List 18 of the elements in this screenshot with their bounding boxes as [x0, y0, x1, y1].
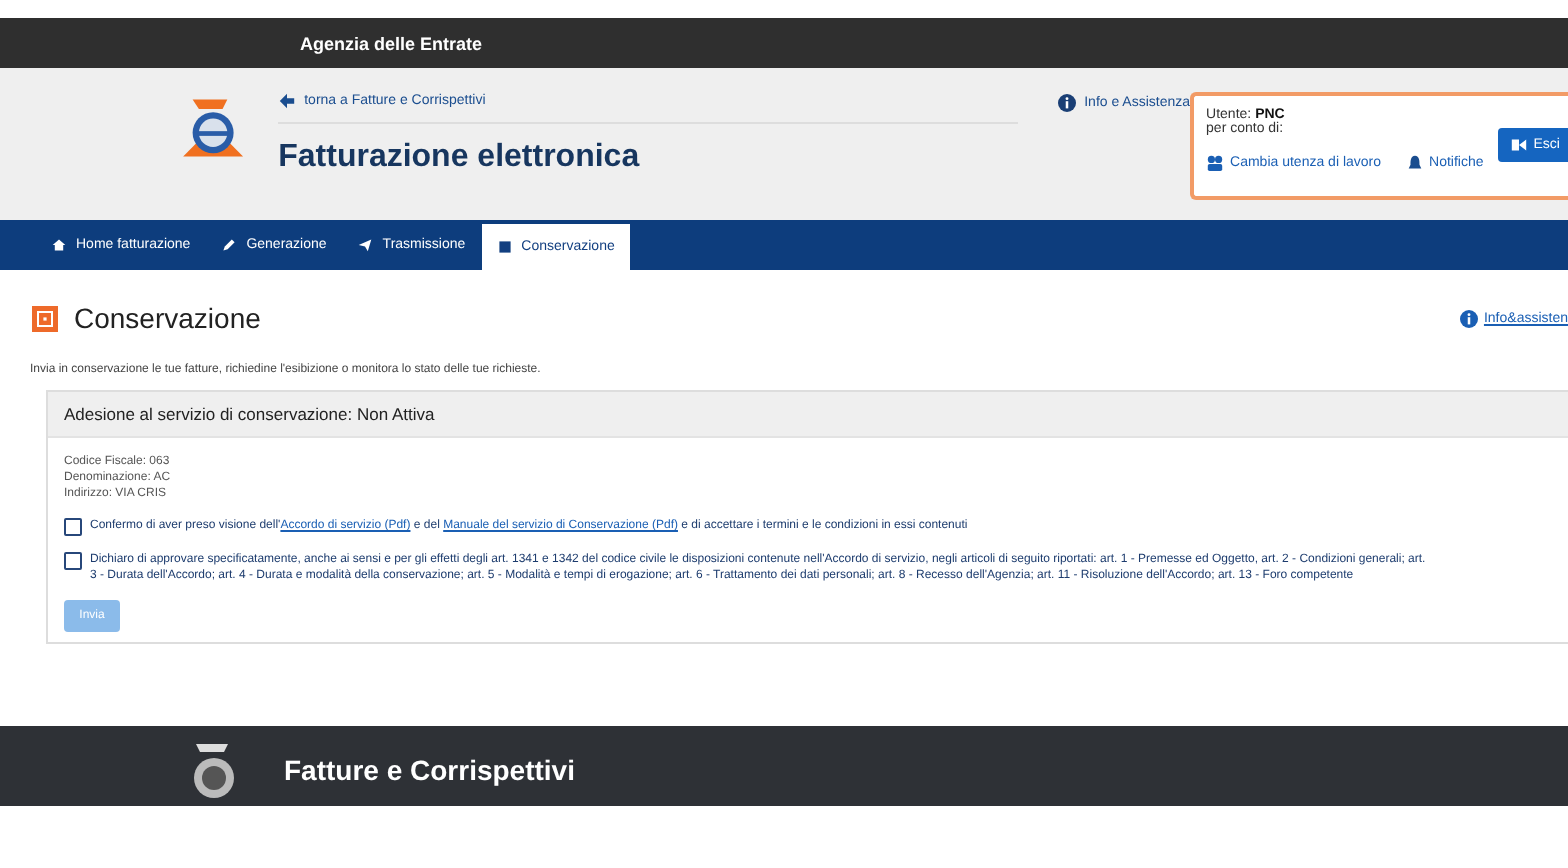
square-icon: [497, 240, 512, 254]
site-title: Agenzia delle Entrate: [300, 33, 483, 53]
bell-icon: [1405, 154, 1424, 172]
info-icon: [1058, 93, 1077, 111]
paper-plane-icon: [358, 238, 373, 252]
pencil-icon: [222, 238, 237, 252]
section-icon: [32, 305, 58, 331]
exit-icon: [1509, 136, 1528, 154]
users-icon: [1206, 154, 1225, 172]
checkbox[interactable]: [64, 552, 82, 570]
page-title: Conservazione: [74, 302, 261, 334]
checkbox[interactable]: [64, 518, 82, 536]
info-icon: [1459, 310, 1478, 328]
footer-title: Fatture e Corrispettivi: [284, 754, 575, 790]
home-icon: [52, 238, 66, 252]
app-title: Fatturazione elettronica: [278, 140, 642, 176]
arrow-left-icon: [278, 92, 297, 110]
panel-title: Adesione al servizio di conservazione: Non Attiva: [48, 392, 1568, 438]
